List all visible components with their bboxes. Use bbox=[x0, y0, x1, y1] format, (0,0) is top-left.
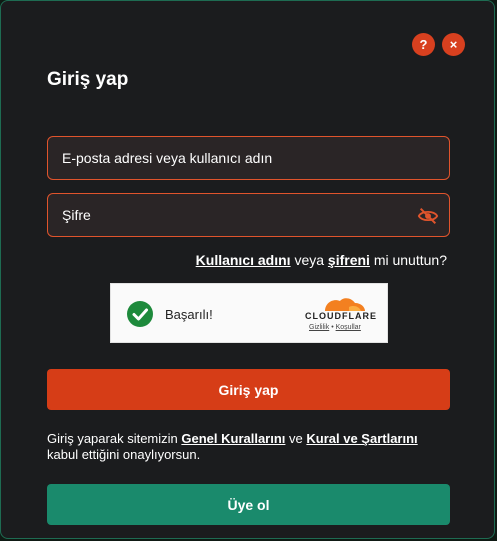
privacy-link[interactable]: Gizlilik bbox=[309, 324, 329, 331]
email-placeholder: E-posta adresi veya kullanıcı adın bbox=[62, 150, 273, 166]
email-field[interactable]: E-posta adresi veya kullanıcı adın bbox=[47, 136, 450, 180]
forgot-password-link[interactable]: şifreni bbox=[328, 252, 370, 268]
captcha-status: Başarılı! bbox=[165, 307, 213, 322]
terms-conditions-link[interactable]: Kural ve Şartlarını bbox=[306, 431, 417, 446]
help-button[interactable]: ? bbox=[412, 33, 435, 56]
captcha-links: Gizlilik • Koşullar bbox=[309, 324, 361, 331]
password-field[interactable]: Şifre bbox=[47, 193, 450, 237]
forgot-username-link[interactable]: Kullanıcı adını bbox=[196, 252, 291, 268]
terms-prefix: Giriş yaparak sitemizin bbox=[47, 431, 182, 446]
login-modal: ? × Giriş yap E-posta adresi veya kullan… bbox=[0, 0, 495, 539]
terms-suffix: kabul ettiğini onaylıyorsun. bbox=[47, 447, 201, 462]
links-separator: • bbox=[331, 324, 334, 331]
cloudflare-captcha[interactable]: Başarılı! CLOUDFLARE Gizlilik • Koşullar bbox=[110, 283, 388, 343]
forgot-credentials: Kullanıcı adını veya şifreni mi unuttun? bbox=[196, 252, 447, 268]
register-button[interactable]: Üye ol bbox=[47, 484, 450, 525]
help-icon: ? bbox=[419, 37, 428, 52]
password-placeholder: Şifre bbox=[62, 207, 91, 223]
close-icon: × bbox=[449, 37, 458, 52]
cloudflare-brand: CLOUDFLARE bbox=[305, 311, 377, 321]
check-circle-icon bbox=[127, 301, 153, 327]
terms-middle: ve bbox=[285, 431, 307, 446]
forgot-suffix-text: mi unuttun? bbox=[369, 252, 447, 268]
terms-link[interactable]: Koşullar bbox=[336, 324, 361, 331]
terms-notice: Giriş yaparak sitemizin Genel Kuralların… bbox=[47, 431, 452, 463]
page-title: Giriş yap bbox=[47, 69, 129, 90]
login-button[interactable]: Giriş yap bbox=[47, 369, 450, 410]
forgot-middle-text: veya bbox=[290, 252, 328, 268]
general-rules-link[interactable]: Genel Kurallarını bbox=[181, 431, 285, 446]
eye-off-icon[interactable] bbox=[417, 205, 439, 227]
close-button[interactable]: × bbox=[442, 33, 465, 56]
